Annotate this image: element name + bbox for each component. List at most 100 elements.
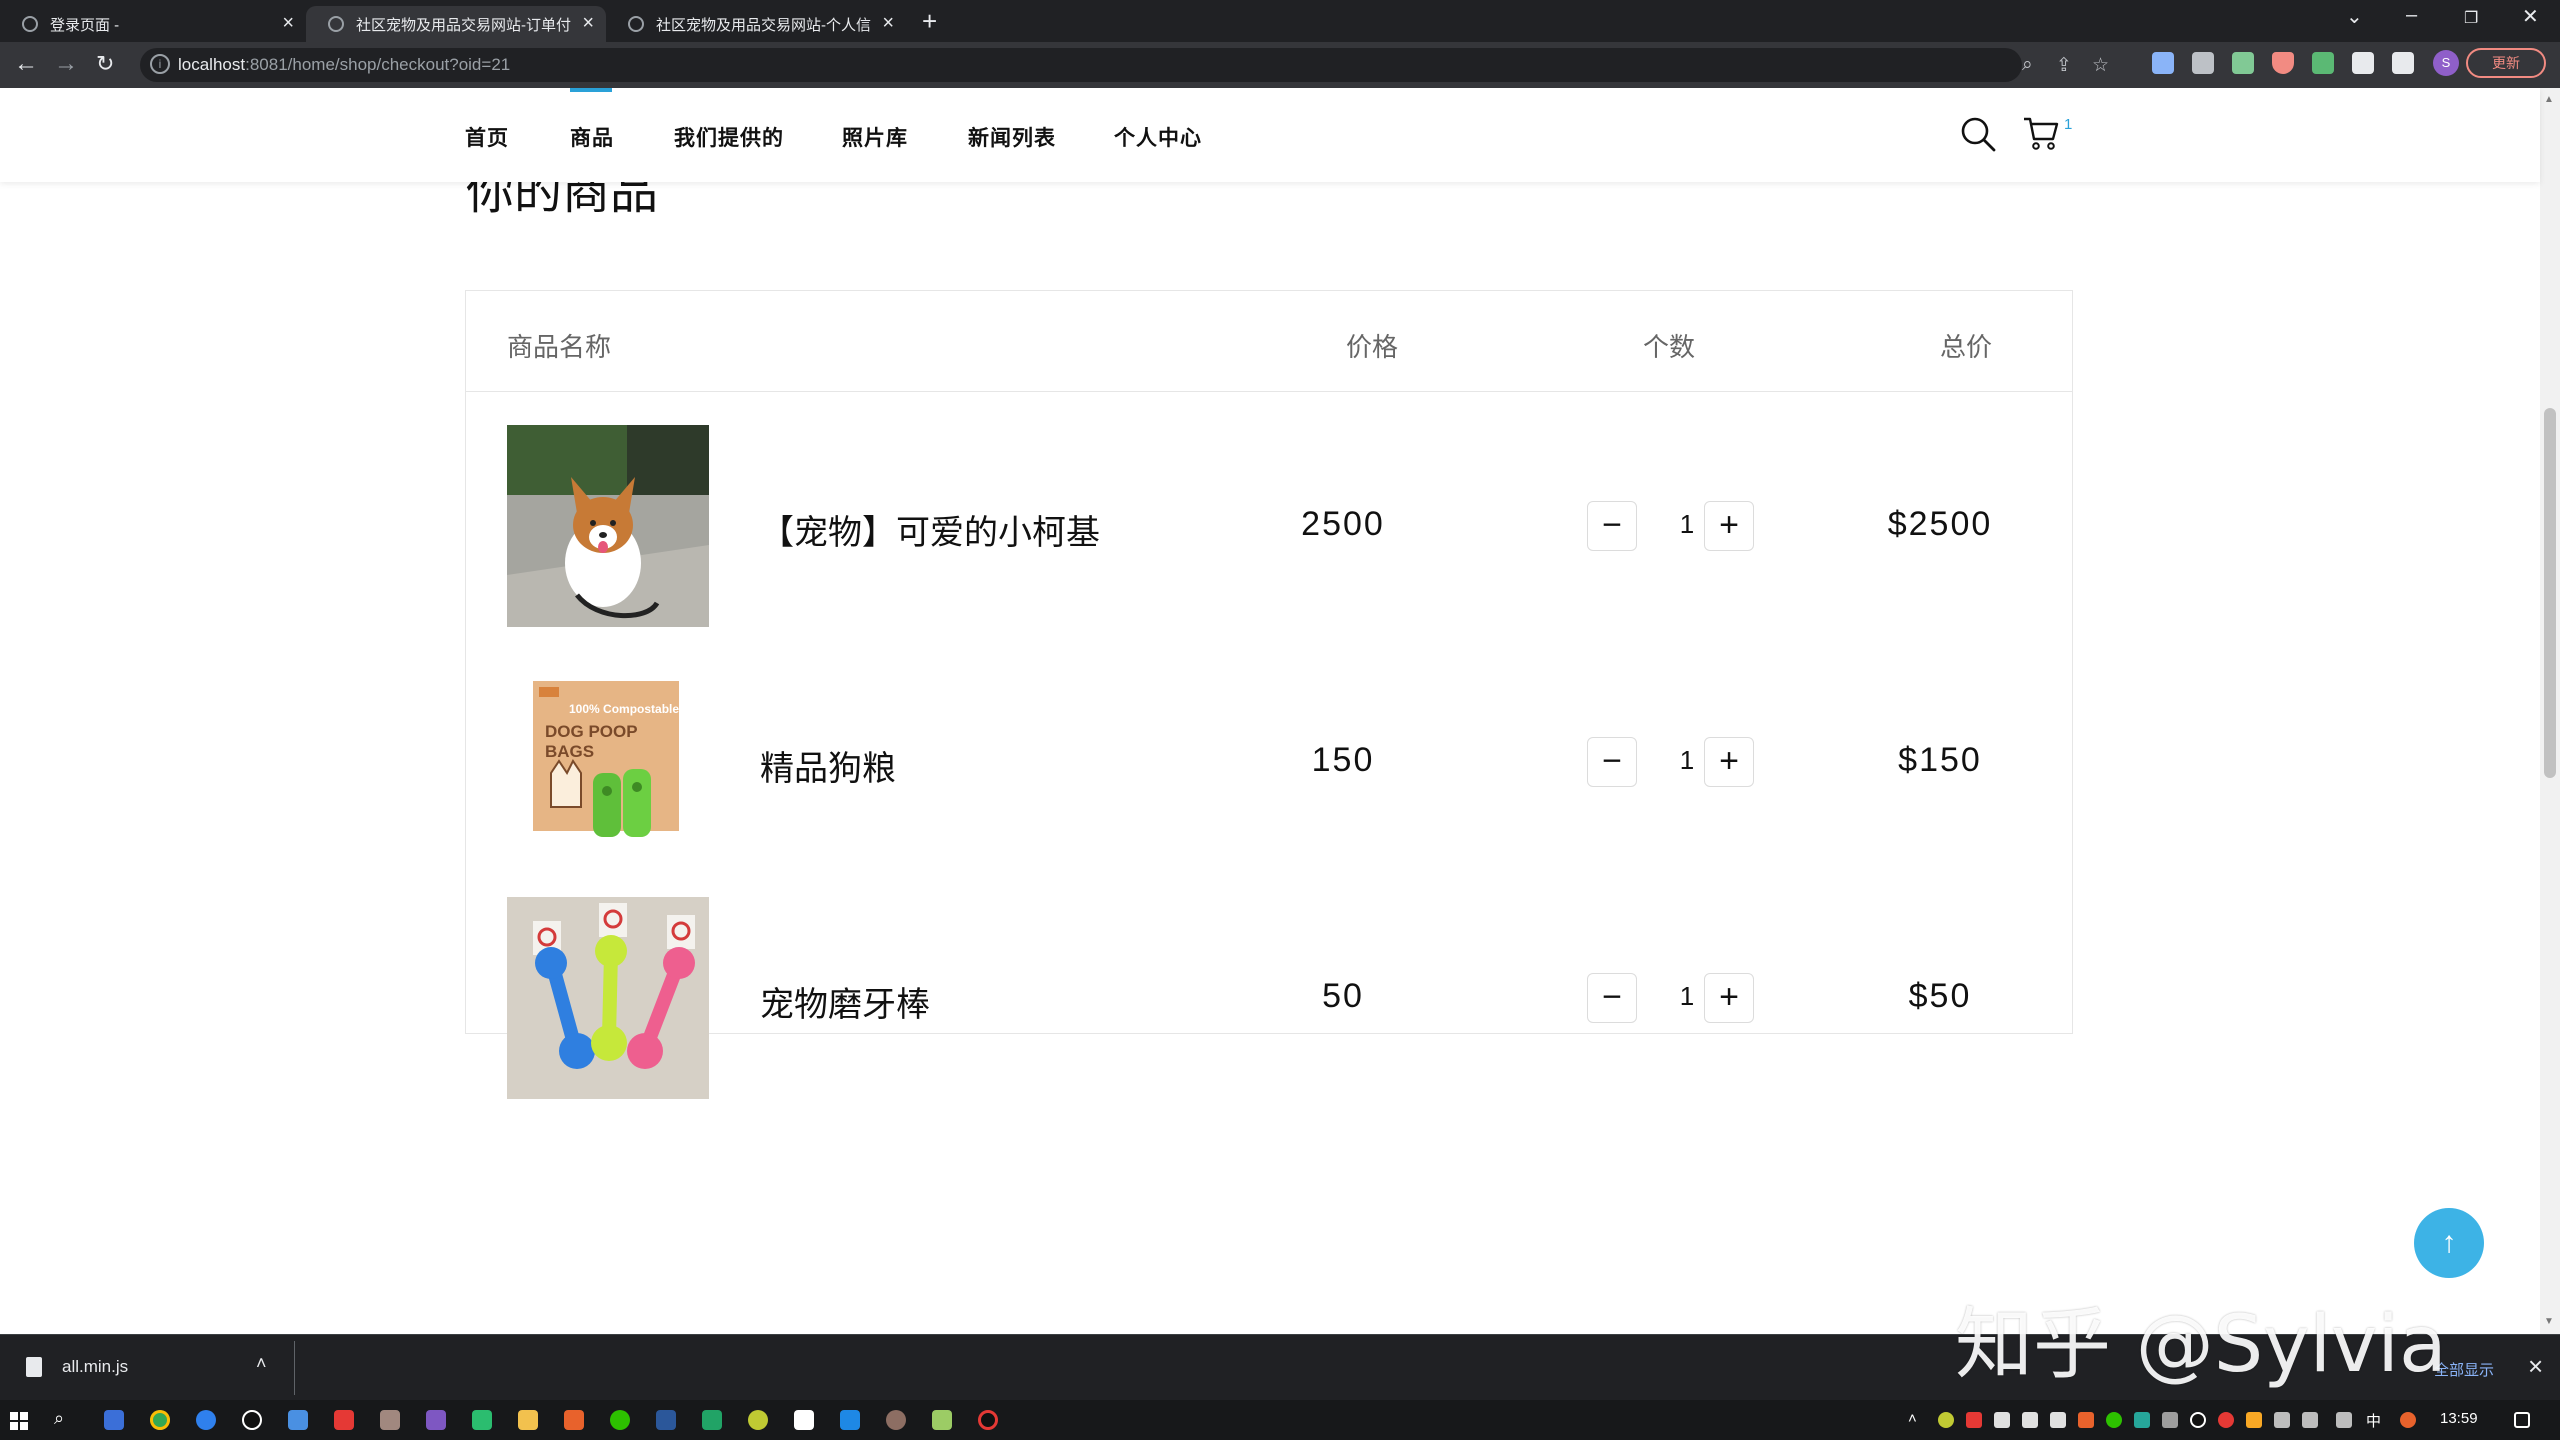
browser-tab-login[interactable]: 登录页面 - × (0, 6, 306, 42)
network-icon[interactable] (2274, 1412, 2290, 1428)
quantity-decrement-button[interactable]: − (1587, 737, 1637, 787)
tray-icon-6[interactable] (2078, 1412, 2094, 1428)
url-text[interactable]: localhost:8081/home/shop/checkout?oid=21 (178, 55, 510, 75)
app-icon-3[interactable] (334, 1410, 354, 1430)
app-icon-1[interactable] (104, 1410, 124, 1430)
tray-chevron-up-icon[interactable]: ˄ (1908, 1410, 1917, 1427)
nav-home[interactable]: 首页 (465, 122, 509, 152)
profile-avatar[interactable]: S (2433, 50, 2459, 76)
leaf-extension-icon[interactable] (2312, 52, 2334, 74)
close-icon[interactable]: × (882, 12, 894, 35)
tray-icon-1[interactable] (1938, 1412, 1954, 1428)
window-close-button[interactable]: ✕ (2522, 4, 2539, 29)
new-tab-button[interactable]: + (922, 6, 937, 37)
app-icon-4[interactable] (380, 1410, 400, 1430)
restore-button[interactable]: ❐ (2464, 8, 2478, 28)
reload-icon[interactable]: ↻ (96, 51, 114, 77)
browser-tab-checkout[interactable]: 社区宠物及用品交易网站-订单付 × (306, 6, 606, 42)
extension-icon[interactable] (2152, 52, 2174, 74)
tray-icon-3[interactable] (1994, 1412, 2010, 1428)
scroll-down-arrow-icon[interactable]: ▼ (2544, 1316, 2554, 1327)
quantity-decrement-button[interactable]: − (1587, 501, 1637, 551)
product-image-chew-toy[interactable] (507, 897, 709, 1099)
zoom-icon[interactable]: ⌕ (2022, 54, 2033, 76)
nav-services[interactable]: 我们提供的 (674, 122, 784, 152)
quantity-value[interactable]: 1 (1667, 509, 1707, 540)
nav-news[interactable]: 新闻列表 (968, 122, 1056, 152)
quantity-value[interactable]: 1 (1667, 745, 1707, 776)
share-icon[interactable]: ⇪ (2056, 54, 2072, 77)
tray-icon-7[interactable] (2134, 1412, 2150, 1428)
quantity-increment-button[interactable]: + (1704, 737, 1754, 787)
bookmark-star-icon[interactable]: ☆ (2092, 54, 2109, 77)
word-icon[interactable] (656, 1410, 676, 1430)
back-arrow-icon[interactable]: ← (14, 50, 38, 78)
camera-extension-icon[interactable] (2192, 52, 2214, 74)
download-item[interactable]: all.min.js ˄ (18, 1347, 280, 1389)
tab-search-icon[interactable]: ⌄ (2346, 4, 2363, 29)
refresh-app-icon[interactable] (472, 1410, 492, 1430)
tray-icon-10[interactable] (2218, 1412, 2234, 1428)
chrome-icon[interactable] (150, 1410, 170, 1430)
tray-icon-11[interactable] (2246, 1412, 2262, 1428)
shield-extension-icon[interactable] (2272, 52, 2294, 74)
app-icon-6[interactable] (564, 1410, 584, 1430)
image-extension-icon[interactable] (2232, 52, 2254, 74)
nav-profile[interactable]: 个人中心 (1114, 122, 1202, 152)
record-app-icon[interactable] (242, 1410, 262, 1430)
record-icon[interactable] (978, 1410, 998, 1430)
app-icon-9[interactable] (794, 1410, 814, 1430)
update-button[interactable]: 更新 (2466, 48, 2546, 78)
page-scrollbar[interactable]: ▲ ▼ (2540, 88, 2560, 1334)
windows-start-icon[interactable] (10, 1412, 28, 1430)
close-download-bar-icon[interactable]: × (2528, 1351, 2543, 1382)
quantity-increment-button[interactable]: + (1704, 973, 1754, 1023)
product-image-corgi[interactable] (507, 425, 709, 627)
scroll-to-top-button[interactable]: ↑ (2414, 1208, 2484, 1278)
tray-icon-2[interactable] (1966, 1412, 1982, 1428)
ime-indicator[interactable]: 中 (2366, 1410, 2381, 1431)
notification-icon[interactable] (2514, 1412, 2530, 1428)
app-icon-8[interactable] (748, 1410, 768, 1430)
nav-gallery[interactable]: 照片库 (842, 122, 908, 152)
tray-icon-5[interactable] (2050, 1412, 2066, 1428)
scrollbar-thumb[interactable] (2544, 408, 2556, 778)
search-icon[interactable]: ⌕ (54, 1408, 64, 1429)
close-icon[interactable]: × (582, 12, 594, 35)
search-icon[interactable] (1960, 116, 1996, 152)
minimize-button[interactable]: – (2406, 4, 2417, 27)
app-icon-5[interactable] (426, 1410, 446, 1430)
product-name[interactable]: 精品狗粮 (760, 741, 896, 790)
app-icon-2[interactable] (288, 1410, 308, 1430)
product-image-dog-food[interactable]: 100% Compostable DOG POOP BAGS (507, 661, 709, 863)
product-name[interactable]: 【宠物】可爱的小柯基 (760, 505, 1100, 554)
forward-arrow-icon[interactable]: → (54, 50, 78, 78)
chevron-up-icon[interactable]: ˄ (256, 1353, 267, 1374)
app-icon-7[interactable] (702, 1410, 722, 1430)
app-icon-11[interactable] (886, 1410, 906, 1430)
quantity-increment-button[interactable]: + (1704, 501, 1754, 551)
close-icon[interactable]: × (282, 12, 294, 35)
taskbar-clock[interactable]: 13:59 (2440, 1410, 2478, 1427)
address-bar[interactable]: i localhost:8081/home/shop/checkout?oid=… (140, 48, 2109, 82)
info-icon[interactable]: i (150, 54, 170, 74)
pen-icon[interactable] (2336, 1412, 2352, 1428)
tray-icon-4[interactable] (2022, 1412, 2038, 1428)
nav-products[interactable]: 商品 (570, 122, 614, 152)
scroll-up-arrow-icon[interactable]: ▲ (2544, 94, 2554, 105)
side-panel-icon[interactable] (2392, 52, 2414, 74)
product-name[interactable]: 宠物磨牙棒 (760, 977, 930, 1026)
browser-tab-profile[interactable]: 社区宠物及用品交易网站-个人信 × (606, 6, 906, 42)
volume-icon[interactable] (2302, 1412, 2318, 1428)
tray-icon-9[interactable] (2190, 1412, 2206, 1428)
wechat-icon[interactable] (610, 1410, 630, 1430)
tray-icon-8[interactable] (2162, 1412, 2178, 1428)
edge-icon[interactable] (196, 1410, 216, 1430)
puzzle-extensions-icon[interactable] (2352, 52, 2374, 74)
quantity-decrement-button[interactable]: − (1587, 973, 1637, 1023)
app-icon-10[interactable] (840, 1410, 860, 1430)
quantity-value[interactable]: 1 (1667, 981, 1707, 1012)
shopping-cart-icon[interactable] (2022, 114, 2060, 152)
folder-icon[interactable] (518, 1410, 538, 1430)
notepad-icon[interactable] (932, 1410, 952, 1430)
